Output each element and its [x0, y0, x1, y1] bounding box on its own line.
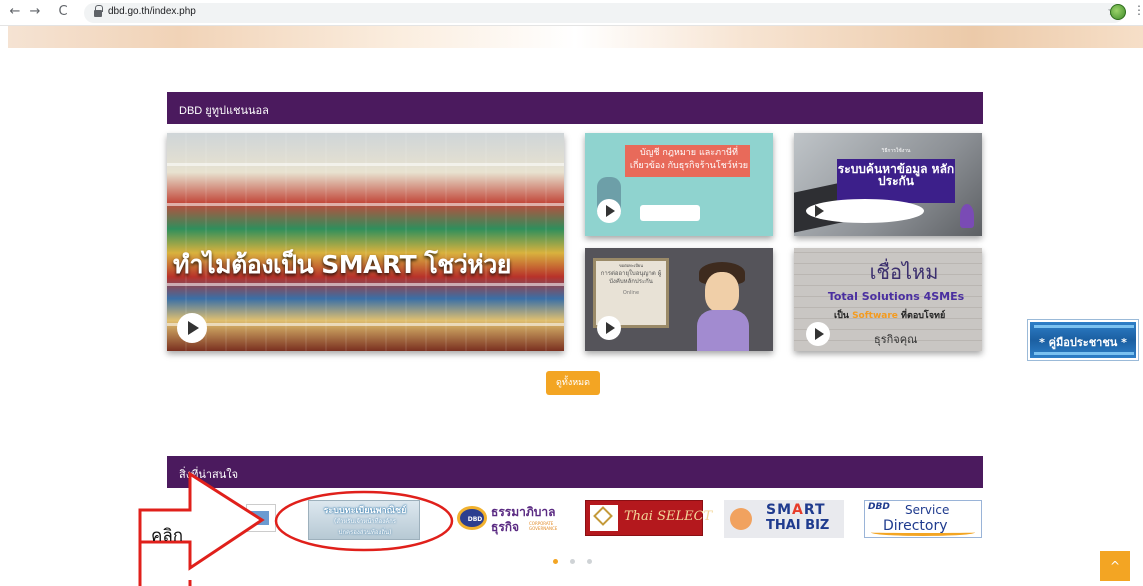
logo-text: Thai SELECT — [624, 509, 713, 524]
reload-button[interactable]: C — [54, 3, 72, 21]
play-icon[interactable] — [597, 316, 621, 340]
play-icon[interactable] — [806, 199, 924, 223]
video-tile-total-solutions[interactable]: เชื่อไหม Total Solutions 4SMEs เป็น Soft… — [794, 248, 982, 351]
video-tile-grocery-law[interactable]: บัญชี กฎหมาย และภาษีที่เกี่ยวข้อง กับธุร… — [585, 133, 773, 236]
logo-text: DBD — [467, 516, 483, 523]
mascot-icon — [730, 508, 752, 530]
logo-text: ธุรกิจ — [491, 520, 520, 534]
video-tagline: เป็น Software ที่ตอบโจทย์ — [834, 311, 946, 321]
robot-mascot-icon — [960, 204, 974, 228]
play-icon[interactable] — [177, 313, 207, 343]
video-subtitle: Total Solutions 4SMEs — [827, 290, 965, 303]
carousel-dot[interactable] — [570, 559, 575, 564]
logo-text: ปกครองส่วนท้องถิ่น) — [338, 529, 392, 536]
video-title: บัญชี กฎหมาย และภาษีที่เกี่ยวข้อง กับธุร… — [629, 148, 749, 171]
scroll-to-top-button[interactable]: ^ — [1100, 551, 1130, 581]
link-smart-thai-biz[interactable]: SMART THAI BIZ — [724, 500, 844, 538]
video-tile-collateral-search[interactable]: วิธีการใช้งาน ระบบค้นหาข้อมูล หลักประกัน — [794, 133, 982, 236]
youtube-section-title: DBD ยูทูปแชนนอล — [179, 105, 269, 117]
citizen-manual-label: * คู่มือประชาชน * — [1039, 336, 1127, 349]
swoosh-icon — [871, 529, 975, 536]
arrow-outline-icon — [138, 471, 265, 571]
video-title: ระบบค้นหาข้อมูล หลักประกัน — [837, 162, 955, 188]
page: ← → C dbd.go.th/index.php ☆ ⋮ DBD ยูทูปแ… — [0, 0, 1143, 586]
video-tag: Online — [622, 290, 640, 296]
youtube-section-header: DBD ยูทูปแชนนอล — [167, 92, 983, 124]
carousel-dot[interactable] — [553, 559, 558, 564]
url-text: dbd.go.th/index.php — [108, 6, 196, 17]
dbd-logo-icon: DBD — [457, 506, 487, 530]
presenter-illustration — [705, 272, 739, 312]
link-service-directory[interactable]: DBD Service Directory — [864, 500, 982, 538]
browser-toolbar: ← → C dbd.go.th/index.php ☆ — [0, 0, 1143, 26]
links-section-header: สิ่งที่น่าสนใจ — [167, 456, 983, 488]
logo-text: SMART — [766, 502, 826, 518]
link-corporate-governance[interactable]: DBD ธรรมาภิบาล ธุรกิจ CORPORATE GOVERNAN… — [455, 500, 565, 538]
click-label: คลิก — [151, 526, 184, 546]
logo-text: (สำหรับเจ้าหน้าที่องค์กร — [333, 518, 397, 525]
video-tile-smart-grocery[interactable]: ทำไมต้องเป็น SMART โชว่ห่วย — [167, 133, 564, 351]
address-bar[interactable]: dbd.go.th/index.php ☆ — [84, 3, 1124, 23]
video-title: เชื่อไหม — [869, 260, 939, 284]
logo-text: CORPORATE GOVERNANCE — [529, 521, 558, 531]
logo-text: DBD — [868, 502, 890, 512]
video-subtitle: ขอต่อทะเบียน — [619, 263, 643, 268]
video-title: ทำไมต้องเป็น SMART โชว่ห่วย — [173, 250, 511, 279]
carousel-pagination — [553, 559, 597, 565]
link-thai-select[interactable]: Thai SELECT — [585, 500, 712, 536]
carousel-dot[interactable] — [587, 559, 592, 564]
link-commercial-registration[interactable]: ระบบทะเบียนพาณิชย์ (สำหรับเจ้าหน้าที่องค… — [308, 500, 420, 540]
logo-text: Service — [905, 503, 950, 517]
video-subtitle: วิธีการใช้งาน — [881, 148, 911, 154]
video-tile-license-renewal[interactable]: ขอต่อทะเบียน การต่ออายุใบอนุญาต ผู้บังคั… — [585, 248, 773, 351]
lock-icon — [94, 5, 103, 18]
video-title: การต่ออายุใบอนุญาต ผู้บังคับหลักประกัน — [600, 270, 662, 285]
browser-menu-icon[interactable]: ⋮ — [1133, 3, 1143, 17]
see-all-button[interactable]: ดูทั้งหมด — [546, 371, 600, 395]
video-tagline-2: ธุรกิจคุณ — [874, 333, 918, 346]
play-icon[interactable] — [597, 199, 621, 223]
logo-text: THAI BIZ — [766, 518, 830, 533]
links-section-title: สิ่งที่น่าสนใจ — [179, 469, 239, 481]
link-logo-partial[interactable] — [246, 504, 276, 532]
forward-button[interactable]: → — [26, 3, 44, 21]
header-banner-image — [8, 26, 1143, 48]
citizen-manual-badge[interactable]: * คู่มือประชาชน * — [1028, 320, 1138, 360]
back-button[interactable]: ← — [6, 3, 24, 21]
logo-text: ระบบทะเบียนพาณิชย์ — [323, 506, 407, 516]
play-icon[interactable] — [806, 322, 830, 346]
extension-icon[interactable] — [1110, 4, 1126, 20]
